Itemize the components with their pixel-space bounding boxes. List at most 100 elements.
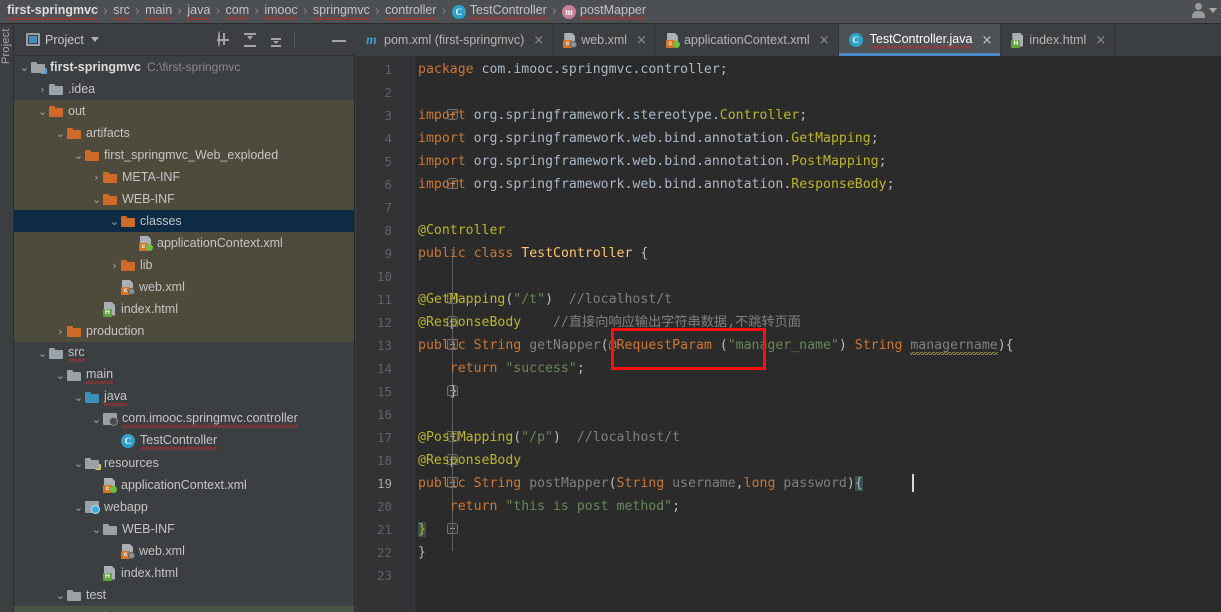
tree-row-content: production (86, 324, 144, 338)
tool-window-button-project[interactable]: Project (0, 28, 14, 98)
breadcrumb-item-controller[interactable]: controller (382, 0, 439, 24)
chevron-down-icon[interactable]: ⌄ (90, 193, 103, 206)
code-line-19: public String postMapper(String username… (418, 476, 863, 491)
close-icon[interactable]: × (636, 33, 647, 48)
hide-panel-icon[interactable] (331, 32, 347, 48)
tree-row-com-imooc-springmvc-controller[interactable]: ⌄ com.imooc.springmvc.controller (14, 408, 354, 430)
expand-all-icon[interactable] (242, 32, 258, 48)
tree-row-content: classes (140, 214, 182, 228)
breadcrumb-item-imooc[interactable]: imooc (261, 0, 300, 24)
tree-row-classes[interactable]: ⌄ classes (14, 210, 354, 232)
breadcrumb-item-src[interactable]: src (110, 0, 133, 24)
tree-row-web-inf[interactable]: ⌄ WEB-INF (14, 518, 354, 540)
chevron-right-icon[interactable]: › (90, 171, 103, 184)
chevron-down-icon[interactable]: ⌄ (18, 61, 31, 74)
tree-row-first-springmvc[interactable]: ⌄ first-springmvc C:\first-springmvc (14, 56, 354, 78)
code-line-18: @ResponseBody (418, 453, 522, 468)
tree-row-main[interactable]: ⌄ main (14, 364, 354, 386)
chevron-down-icon[interactable]: ⌄ (54, 589, 67, 602)
tree-row-path: C:\first-springmvc (147, 60, 241, 74)
close-icon[interactable]: × (981, 33, 992, 48)
chevron-right-icon[interactable]: › (108, 259, 121, 272)
editor-tab-label: web.xml (581, 33, 628, 47)
tree-row-first-springmvc-web-exploded[interactable]: ⌄ first_springmvc_Web_exploded (14, 144, 354, 166)
tree-row-lib[interactable]: › lib (14, 254, 354, 276)
tree-row-webapp[interactable]: ⌄ webapp (14, 496, 354, 518)
breadcrumb-item-java[interactable]: java (184, 0, 213, 24)
breadcrumb-item-springmvc[interactable]: springmvc (310, 0, 373, 24)
chevron-down-icon[interactable]: ⌄ (36, 347, 49, 360)
close-icon[interactable]: × (819, 33, 830, 48)
chevron-down-icon[interactable]: ⌄ (72, 457, 85, 470)
method-badge-icon: m (562, 4, 577, 19)
code-line-3: import org.springframework.stereotype.Co… (418, 108, 808, 123)
user-account-menu[interactable] (1191, 3, 1217, 18)
breadcrumb-item-label: com (225, 3, 250, 20)
code-line-6: import org.springframework.web.bind.anno… (418, 177, 895, 192)
tree-row-web-inf[interactable]: ⌄ WEB-INF (14, 188, 354, 210)
tree-row-label: web.xml (139, 544, 185, 558)
tree-row-java[interactable]: ⌄ java (14, 386, 354, 408)
breadcrumb-item-first-springmvc[interactable]: first-springmvc (4, 0, 101, 24)
editor-tab-label: TestController.java (869, 31, 973, 49)
editor-tab-pom-xml-first-springmvc[interactable]: m pom.xml (first-springmvc) × (356, 24, 554, 56)
chevron-down-icon[interactable]: ⌄ (72, 501, 85, 514)
breadcrumb-item-main[interactable]: main (142, 0, 175, 24)
chevron-down-icon[interactable]: ⌄ (54, 369, 67, 382)
tree-row-resources[interactable]: ⌄ resources (14, 452, 354, 474)
editor-tab-testcontroller-java[interactable]: C TestController.java × (838, 24, 1002, 56)
tree-row-testcontroller[interactable]: ·C TestController (14, 430, 354, 452)
tree-row-web-xml[interactable]: ·c web.xml (14, 540, 354, 562)
close-icon[interactable]: × (1095, 33, 1106, 48)
tree-row-label: test (86, 588, 107, 602)
line-number-12: 12 (376, 315, 392, 330)
class-badge-icon: C (451, 4, 466, 19)
chevron-down-icon[interactable]: ⌄ (72, 149, 85, 162)
collapse-all-icon[interactable] (268, 32, 284, 48)
editor-tab-web-xml[interactable]: c web.xml × (553, 24, 656, 56)
tree-row-java[interactable]: ·java (14, 606, 354, 612)
project-tree[interactable]: ⌄ first-springmvc C:\first-springmvc › .idea… (14, 56, 355, 612)
chevron-down-icon[interactable]: ⌄ (90, 523, 103, 536)
tree-row-label: lib (140, 258, 153, 272)
tree-row-meta-inf[interactable]: › META-INF (14, 166, 354, 188)
editor-tab-index-html[interactable]: Hindex.html × (1001, 24, 1116, 56)
breadcrumb-item-postmapper[interactable]: m postMapper (559, 0, 649, 24)
settings-gear-icon[interactable] (305, 32, 321, 48)
chevron-right-icon[interactable]: › (54, 325, 67, 338)
locate-in-tree-icon[interactable] (216, 31, 232, 48)
chevron-down-icon[interactable]: ⌄ (72, 391, 85, 404)
tree-row-applicationcontext-xml[interactable]: ·c applicationContext.xml (14, 232, 354, 254)
close-icon[interactable]: × (533, 33, 544, 48)
tree-row--idea[interactable]: › .idea (14, 78, 354, 100)
project-view-selector[interactable]: Project (26, 33, 99, 47)
tree-row-index-html[interactable]: ·Hindex.html (14, 562, 354, 584)
code-line-12: @ResponseBody //直接向响应输出字符串数据,不跳转页面 (418, 315, 801, 330)
code-folding-gutter[interactable] (401, 56, 458, 612)
chevron-down-icon[interactable]: ⌄ (54, 127, 67, 140)
tree-row-content: index.html (121, 302, 178, 316)
code-line-13: public String getNapper(@RequestParam ("… (418, 338, 1014, 355)
tree-row-label: TestController (140, 432, 218, 450)
tree-row-artifacts[interactable]: ⌄ artifacts (14, 122, 354, 144)
tree-row-out[interactable]: ⌄ out (14, 100, 354, 122)
breadcrumb-item-testcontroller[interactable]: C TestController (449, 0, 550, 24)
breadcrumb-item-com[interactable]: com (223, 0, 253, 24)
tree-row-test[interactable]: ⌄ test (14, 584, 354, 606)
tree-row-label: WEB-INF (122, 522, 175, 536)
chevron-down-icon[interactable]: ⌄ (90, 413, 103, 426)
spring-xml-icon: c (665, 32, 680, 48)
chevron-down-icon[interactable]: ⌄ (36, 105, 49, 118)
chevron-down-icon[interactable]: ⌄ (108, 215, 121, 228)
tree-row-applicationcontext-xml[interactable]: ·c applicationContext.xml (14, 474, 354, 496)
tree-row-src[interactable]: ⌄ src (14, 342, 354, 364)
code-editor[interactable]: 1 2 3 4 5 6 7 8 9 10 11 12 13 14 15 16 17 18 19 20 21 22 23 pa… (356, 56, 1221, 612)
project-panel-toolbar (216, 24, 347, 56)
tree-row-production[interactable]: › production (14, 320, 354, 342)
chevron-right-icon[interactable]: › (36, 83, 49, 96)
tree-row-label: java (104, 388, 127, 406)
tree-row-content: TestController (140, 432, 218, 450)
tree-row-index-html[interactable]: ·Hindex.html (14, 298, 354, 320)
tree-row-web-xml[interactable]: ·c web.xml (14, 276, 354, 298)
editor-tab-applicationcontext-xml[interactable]: c applicationContext.xml × (656, 24, 839, 56)
